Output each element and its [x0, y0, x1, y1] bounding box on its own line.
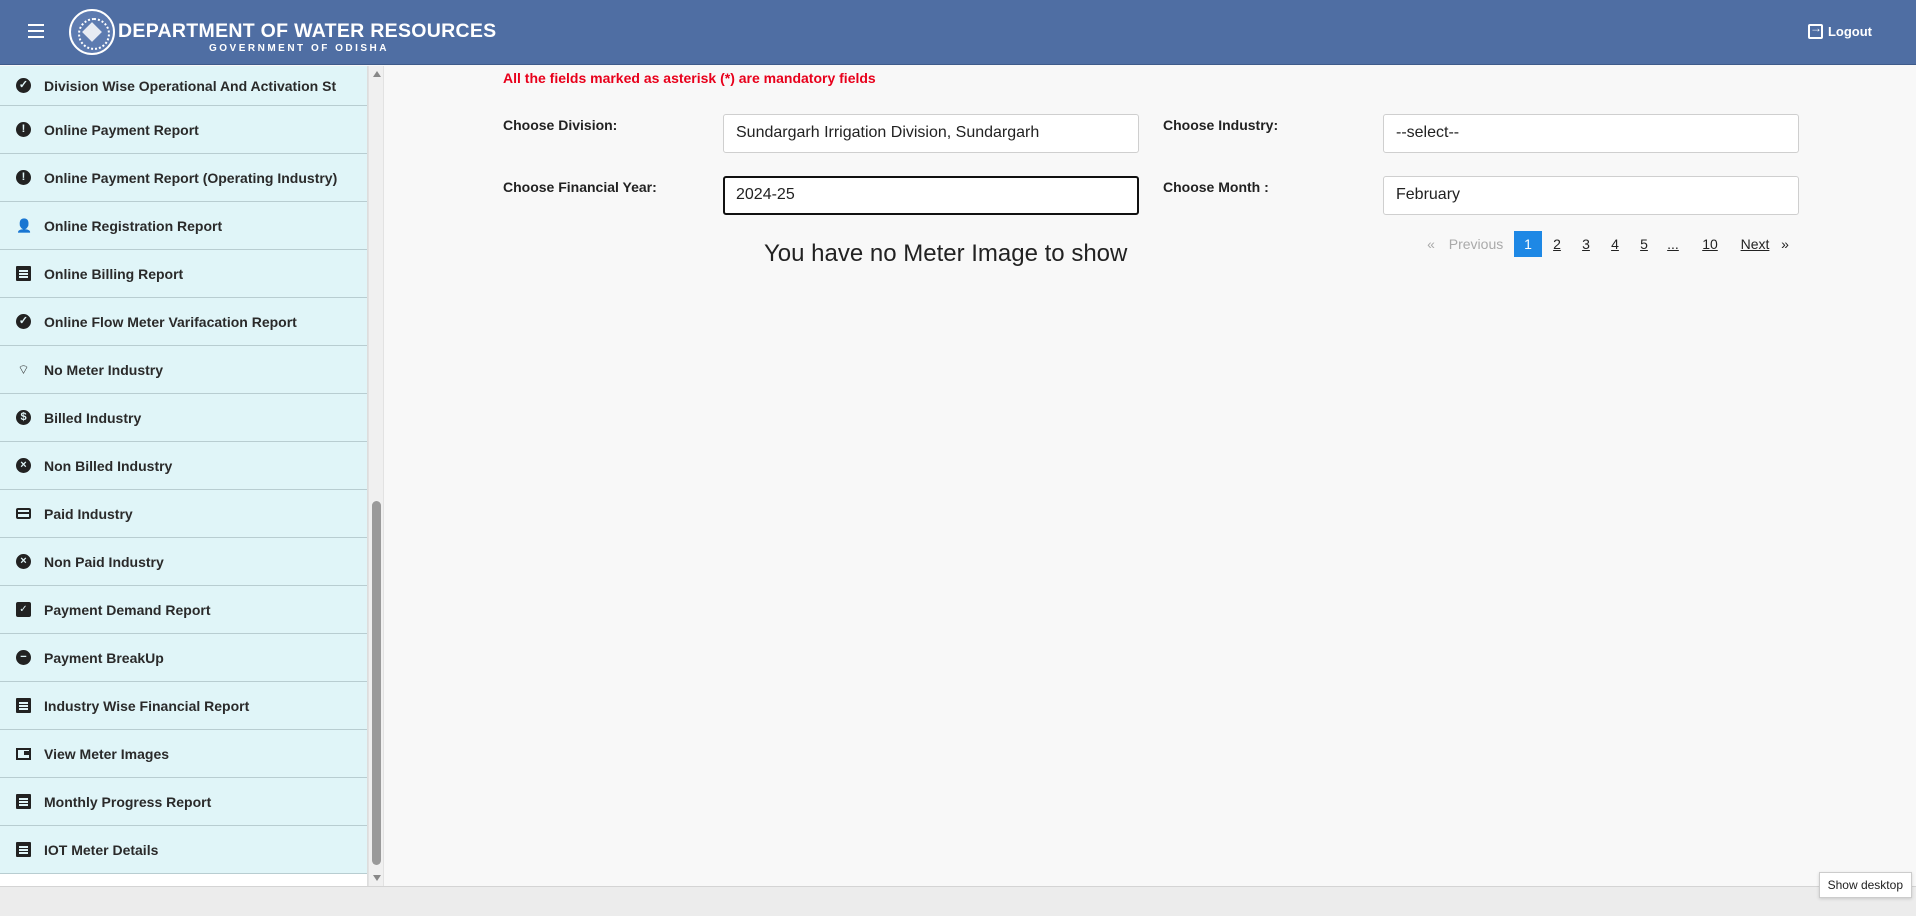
page-button-2[interactable]: 2 — [1550, 231, 1564, 257]
sidebar-item[interactable]: ✓ Online Flow Meter Varifacation Report — [0, 298, 367, 346]
sidebar-item-label: Non Billed Industry — [44, 457, 173, 474]
financial-year-label: Choose Financial Year: — [503, 179, 657, 195]
sidebar-item[interactable]: Online Billing Report — [0, 250, 367, 298]
sidebar-item[interactable]: $ Billed Industry — [0, 394, 367, 442]
wifi-tower-icon: ⌔ — [17, 362, 30, 377]
check-box-icon: ✓ — [16, 602, 31, 617]
sidebar-scrollbar[interactable] — [368, 66, 384, 886]
sidebar-item[interactable]: Monthly Progress Report — [0, 778, 367, 826]
sidebar-item-label: Online Payment Report (Operating Industr… — [44, 169, 338, 186]
sidebar-item[interactable]: ⌔ No Meter Industry — [0, 346, 367, 394]
list-icon — [16, 266, 31, 281]
sidebar-item-label: Division Wise Operational And Activation… — [44, 77, 337, 94]
sidebar-item-label: Monthly Progress Report — [44, 793, 212, 810]
alert-circle-icon: ! — [16, 122, 31, 137]
taskbar — [0, 886, 1916, 916]
previous-page-button: Previous — [1448, 236, 1504, 252]
list-icon — [16, 794, 31, 809]
logout-icon — [1807, 21, 1823, 39]
sidebar-item[interactable]: ! Online Payment Report — [0, 106, 367, 154]
scroll-up-arrow-icon[interactable] — [373, 71, 381, 77]
empty-state-message: You have no Meter Image to show — [764, 240, 1128, 267]
financial-year-select[interactable]: 2024-25 — [723, 176, 1139, 215]
credit-card-icon — [16, 508, 31, 519]
next-arrow-icon: » — [1781, 236, 1789, 252]
page-button-1[interactable]: 1 — [1514, 231, 1542, 257]
month-label: Choose Month : — [1163, 179, 1269, 195]
sidebar-item[interactable]: − Payment BreakUp — [0, 634, 367, 682]
top-header: DEPARTMENT OF WATER RESOURCES GOVERNMENT… — [0, 0, 1916, 65]
sidebar-item[interactable]: View Meter Images — [0, 730, 367, 778]
sidebar-item[interactable]: × Non Paid Industry — [0, 538, 367, 586]
sidebar-item[interactable]: 👤 Online Registration Report — [0, 202, 367, 250]
sidebar-item[interactable]: Paid Industry — [0, 490, 367, 538]
page-button-5[interactable]: 5 — [1637, 231, 1651, 257]
odisha-emblem-logo — [69, 9, 115, 55]
sidebar-item-label: Online Flow Meter Varifacation Report — [44, 313, 297, 330]
person-add-icon: 👤 — [16, 218, 33, 233]
document-icon — [16, 698, 31, 713]
sidebar-item-label: Payment BreakUp — [44, 649, 164, 666]
app-subtitle: GOVERNMENT OF ODISHA — [209, 43, 390, 54]
cancel-circle-icon: × — [16, 458, 31, 473]
sidebar-item[interactable]: IOT Meter Details — [0, 826, 367, 874]
sidebar: ✓ Division Wise Operational And Activatio… — [0, 66, 368, 886]
month-select[interactable]: February — [1383, 176, 1799, 215]
scroll-down-arrow-icon[interactable] — [373, 875, 381, 881]
check-circle-icon: ✓ — [16, 78, 31, 93]
page-ellipsis[interactable]: ... — [1666, 231, 1680, 257]
sidebar-item-label: Non Paid Industry — [44, 553, 164, 570]
logout-label: Logout — [1827, 24, 1872, 39]
division-label: Choose Division: — [503, 117, 618, 133]
cancel-circle-icon: × — [16, 554, 31, 569]
next-page-button[interactable]: Next — [1738, 231, 1772, 257]
sidebar-item-label: Online Payment Report — [44, 121, 199, 138]
page-button-10[interactable]: 10 — [1700, 231, 1720, 257]
industry-select[interactable]: --select-- — [1383, 114, 1799, 153]
show-desktop-tooltip: Show desktop — [1818, 872, 1912, 898]
industry-label: Choose Industry: — [1163, 117, 1279, 133]
minus-circle-icon: − — [16, 650, 31, 665]
sidebar-item[interactable]: Industry Wise Financial Report — [0, 682, 367, 730]
mandatory-note: All the fields marked as asterisk (*) ar… — [503, 70, 876, 86]
alert-circle-icon: ! — [16, 170, 31, 185]
sidebar-item-label: No Meter Industry — [44, 361, 164, 378]
sidebar-item-label: View Meter Images — [44, 745, 170, 762]
sidebar-item[interactable]: ✓ Payment Demand Report — [0, 586, 367, 634]
dollar-circle-icon: $ — [16, 410, 31, 425]
sidebar-menu: ✓ Division Wise Operational And Activatio… — [0, 66, 367, 874]
scroll-thumb[interactable] — [372, 501, 381, 865]
sidebar-item-label: Online Billing Report — [44, 265, 184, 282]
page-button-3[interactable]: 3 — [1579, 231, 1593, 257]
previous-arrow-icon: « — [1427, 236, 1435, 252]
check-circle-icon: ✓ — [16, 314, 31, 329]
sidebar-item-label: Paid Industry — [44, 505, 133, 522]
sidebar-item[interactable]: ! Online Payment Report (Operating Indust… — [0, 154, 367, 202]
app-title: DEPARTMENT OF WATER RESOURCES — [118, 20, 497, 42]
hamburger-menu-icon[interactable] — [28, 24, 50, 42]
sidebar-item-label: Industry Wise Financial Report — [44, 697, 250, 714]
sidebar-item-label: Billed Industry — [44, 409, 142, 426]
logout-button[interactable]: Logout — [1807, 21, 1872, 39]
division-select[interactable]: Sundargarh Irrigation Division, Sundarga… — [723, 114, 1139, 153]
list-icon — [16, 842, 31, 857]
sidebar-item-label: IOT Meter Details — [44, 841, 159, 858]
sidebar-item-label: Online Registration Report — [44, 217, 223, 234]
sidebar-item[interactable]: ✓ Division Wise Operational And Activatio… — [0, 66, 367, 106]
picture-in-picture-icon — [16, 747, 31, 760]
page-button-4[interactable]: 4 — [1608, 231, 1622, 257]
sidebar-item[interactable]: × Non Billed Industry — [0, 442, 367, 490]
sidebar-item-label: Payment Demand Report — [44, 601, 211, 618]
